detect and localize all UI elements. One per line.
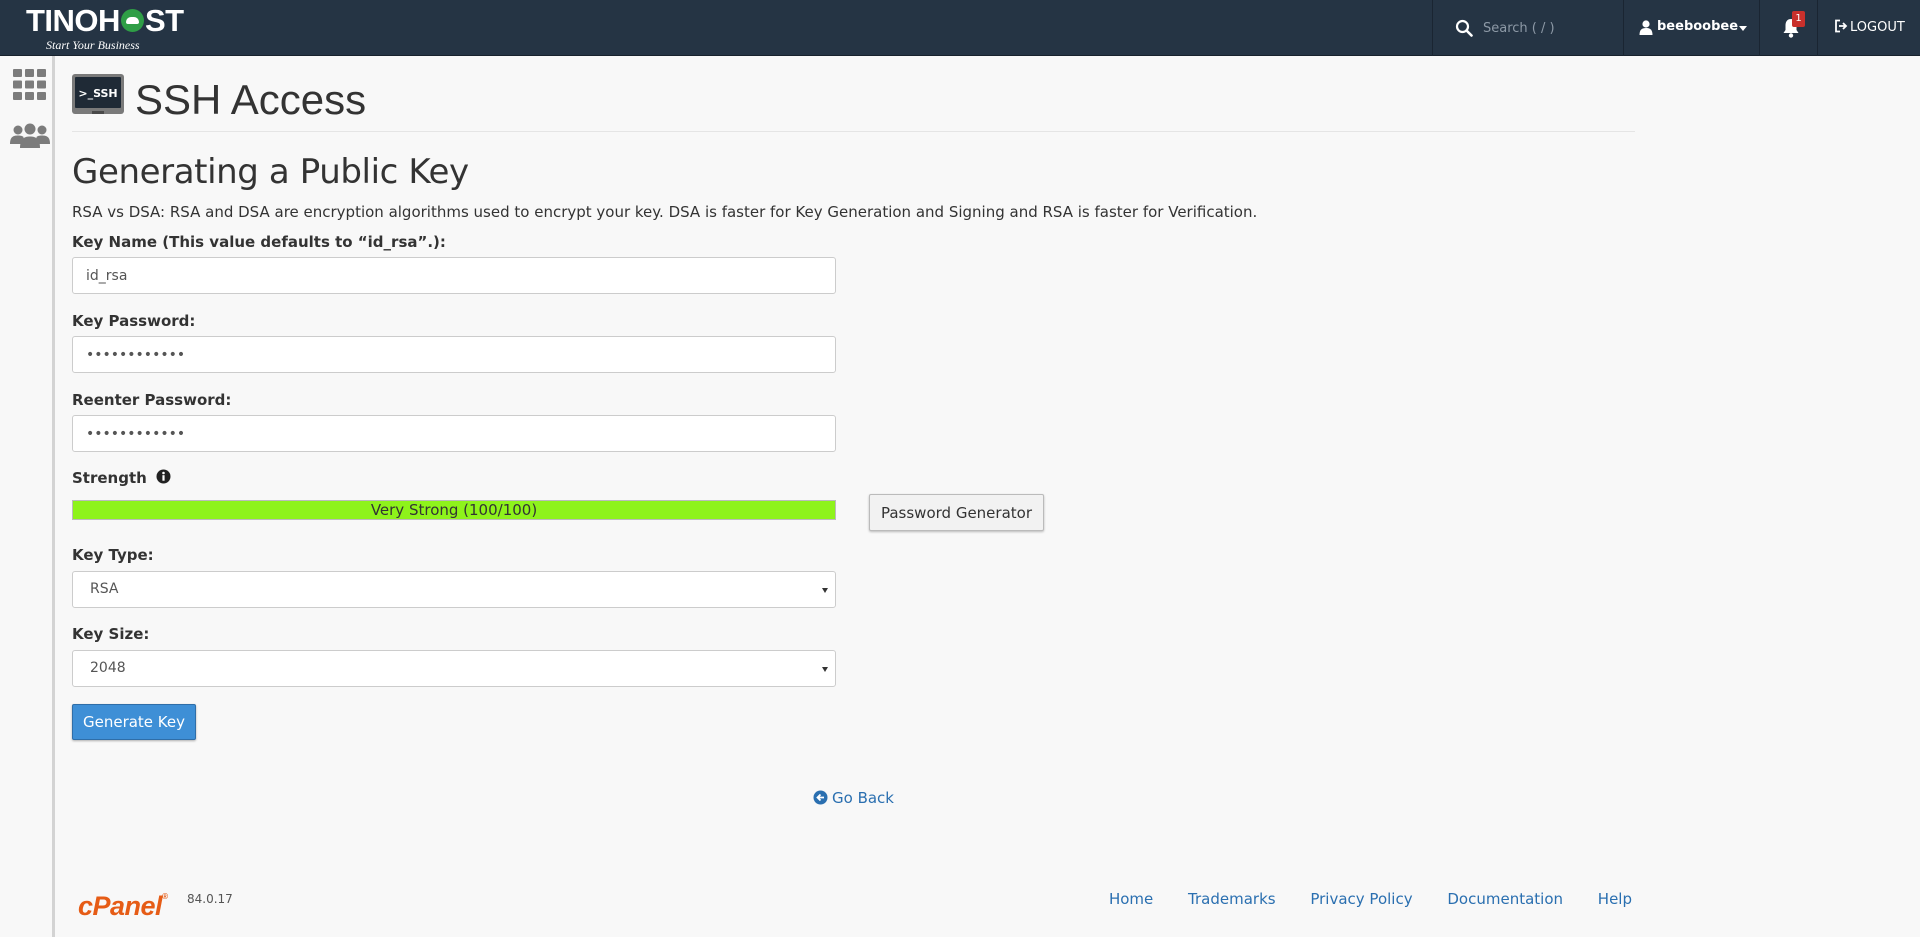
footer-link-home[interactable]: Home	[1109, 890, 1153, 908]
user-menu[interactable]: beeboobee	[1624, 0, 1760, 56]
ssh-icon-label: >_SSH	[78, 87, 117, 100]
arrow-circle-left-icon	[813, 790, 828, 805]
key-size-label: Key Size:	[72, 625, 150, 643]
key-name-input[interactable]	[72, 257, 836, 294]
strength-label-row: Strength	[72, 469, 171, 487]
footer-link-help[interactable]: Help	[1598, 890, 1632, 908]
key-password-input[interactable]	[72, 336, 836, 373]
cpanel-logo-text: cPanel	[78, 891, 163, 921]
caret-down-icon	[1739, 26, 1747, 31]
logout-link[interactable]: LOGOUT	[1834, 19, 1905, 37]
ssh-terminal-icon: >_SSH	[72, 74, 124, 114]
key-size-select[interactable]: 2048	[72, 650, 836, 687]
page-header: >_SSH SSH Access	[72, 74, 1635, 132]
logout-icon	[1835, 19, 1848, 33]
section-title: Generating a Public Key	[72, 152, 469, 192]
logo-text-right: ST	[144, 3, 184, 38]
key-password-label: Key Password:	[72, 312, 196, 330]
strength-label: Strength	[72, 469, 147, 487]
go-back-label: Go Back	[832, 789, 894, 807]
info-icon[interactable]	[156, 469, 171, 484]
key-type-select[interactable]: RSA	[72, 571, 836, 608]
footer-link-documentation[interactable]: Documentation	[1447, 890, 1563, 908]
cpanel-registered-mark: ®	[162, 892, 168, 901]
notification-badge: 1	[1792, 11, 1805, 27]
notifications-button[interactable]: 1	[1760, 0, 1818, 56]
password-strength-meter: Very Strong (100/100)	[72, 500, 836, 520]
generate-key-button[interactable]: Generate Key	[72, 704, 196, 740]
go-back-link[interactable]: Go Back	[813, 789, 894, 807]
footer-links: Home Trademarks Privacy Policy Documenta…	[1079, 890, 1632, 908]
strength-meter-text: Very Strong (100/100)	[370, 501, 538, 519]
reenter-password-input[interactable]	[72, 415, 836, 452]
dropdown-arrow-icon	[822, 588, 828, 593]
footer-link-privacy-policy[interactable]: Privacy Policy	[1310, 890, 1412, 908]
tinohost-logo[interactable]: TINOH ST Start Your Business	[26, 4, 186, 53]
logo-wordmark: TINOH ST	[26, 4, 184, 38]
reenter-password-label: Reenter Password:	[72, 391, 232, 409]
key-type-label: Key Type:	[72, 546, 154, 564]
password-generator-button[interactable]: Password Generator	[869, 494, 1044, 531]
apps-grid-icon[interactable]	[13, 69, 46, 100]
intro-text: RSA vs DSA: RSA and DSA are encryption a…	[72, 203, 1258, 221]
search-icon	[1455, 19, 1473, 37]
search-input[interactable]	[1483, 16, 1613, 40]
logout-label: LOGOUT	[1850, 20, 1905, 35]
cloud-logo-icon	[120, 9, 144, 32]
logo-tagline: Start Your Business	[46, 38, 140, 52]
key-type-selected: RSA	[90, 581, 119, 597]
cpanel-version: 84.0.17	[187, 892, 233, 906]
sidebar	[0, 56, 55, 937]
key-size-selected: 2048	[90, 660, 126, 676]
dropdown-arrow-icon	[822, 667, 828, 672]
users-group-icon[interactable]	[10, 122, 50, 148]
key-name-label: Key Name (This value defaults to “id_rsa…	[72, 233, 446, 251]
page-title: SSH Access	[135, 76, 367, 123]
logo-text-left: TINOH	[26, 3, 120, 38]
top-bar: TINOHST Start Your Business beeboobee 1 …	[0, 0, 1920, 56]
search-box[interactable]	[1432, 0, 1624, 56]
footer-link-trademarks[interactable]: Trademarks	[1188, 890, 1276, 908]
cpanel-logo[interactable]: cPanel®	[78, 882, 168, 921]
user-icon	[1639, 20, 1653, 35]
username: beeboobee	[1657, 19, 1739, 34]
